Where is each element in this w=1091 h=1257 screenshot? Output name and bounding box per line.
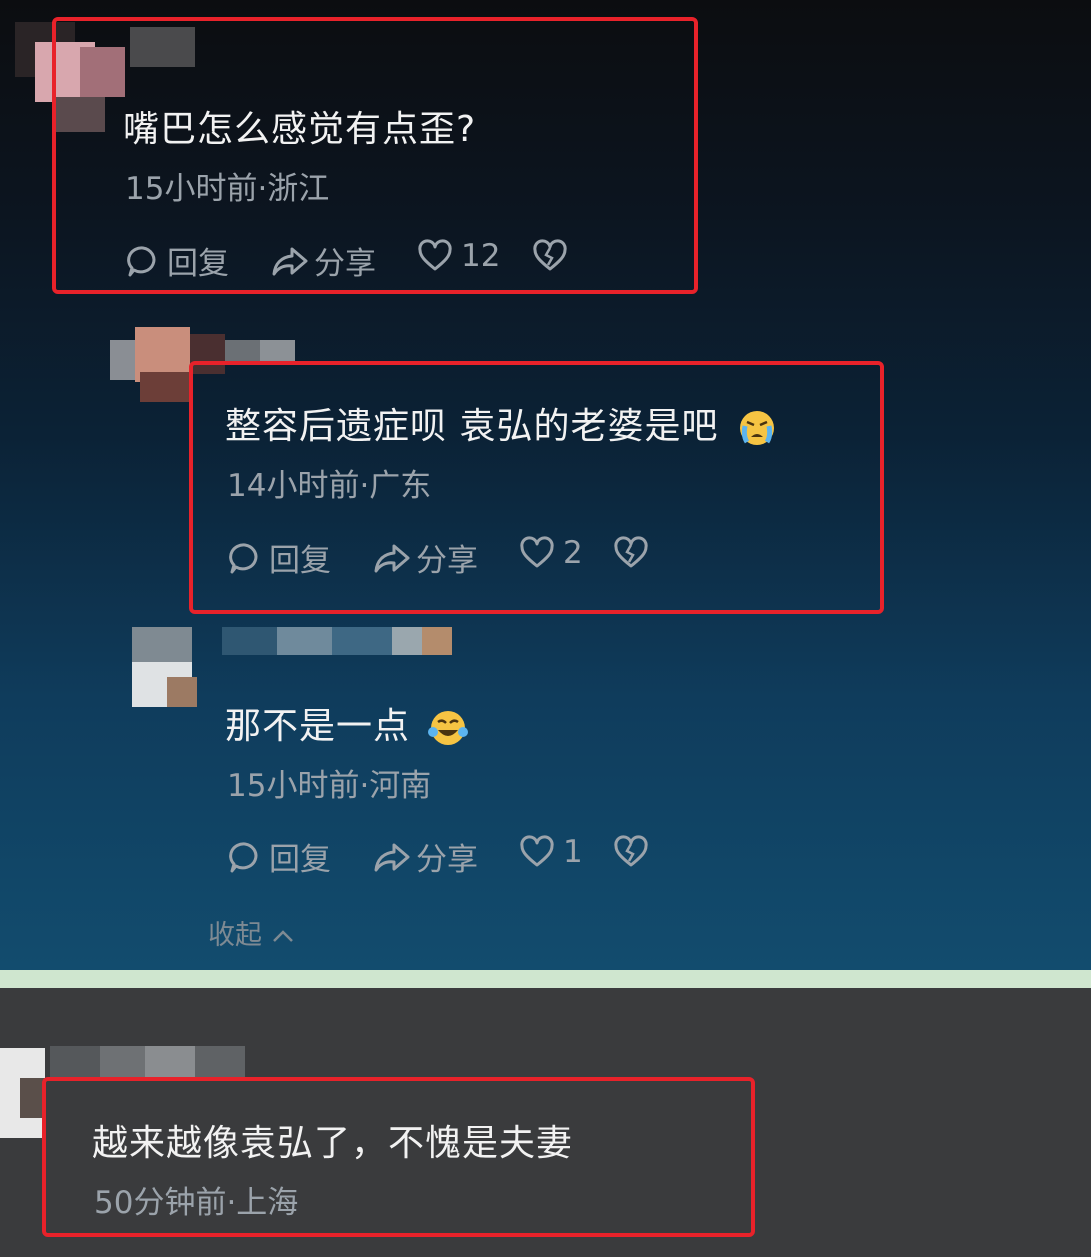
chevron-up-icon: [272, 929, 293, 942]
reply-label: 回复: [269, 842, 331, 878]
like-button[interactable]: 1: [519, 834, 583, 870]
highlight-box-1: [52, 17, 698, 294]
share-button[interactable]: 分享: [372, 834, 478, 879]
laughing-tears-emoji: [428, 711, 469, 745]
heart-icon: [520, 835, 554, 867]
share-label: 分享: [416, 842, 478, 878]
collapse-label: 收起: [208, 920, 262, 951]
comment-bubble-icon: [229, 841, 258, 872]
highlight-box-3: [42, 1077, 755, 1237]
comments-panel-dark: 嘴巴怎么感觉有点歪? 15小时前·浙江 回复 分享 12 整容后遗症呗 袁弘的老…: [0, 0, 1091, 970]
highlight-box-2: [189, 361, 884, 614]
reply-button[interactable]: 回复: [227, 834, 331, 879]
comments-panel-gray: 越来越像袁弘了，不愧是夫妻 50分钟前·上海: [0, 988, 1091, 1257]
section-divider: [0, 970, 1091, 988]
comment-actions: 回复 分享 1: [227, 834, 677, 878]
like-count: 1: [563, 834, 583, 870]
comment-text: 那不是一点: [225, 697, 469, 749]
comment-meta: 15小时前·河南: [227, 768, 432, 804]
collapse-replies-button[interactable]: 收起: [208, 913, 295, 952]
dislike-button[interactable]: [613, 834, 649, 870]
broken-heart-icon: [614, 835, 648, 867]
share-arrow-icon: [374, 843, 410, 871]
